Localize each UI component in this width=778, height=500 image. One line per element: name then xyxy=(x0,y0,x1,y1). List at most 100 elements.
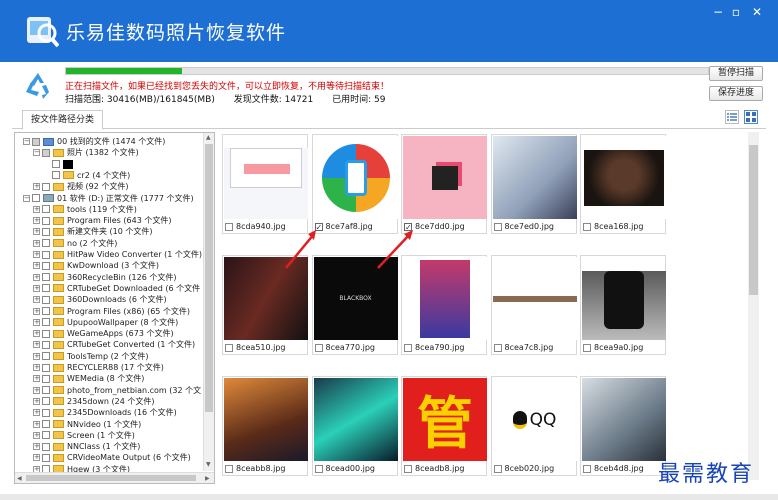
tree-item[interactable]: + Program Files (643 个文件) xyxy=(33,215,171,226)
tree-checkbox[interactable] xyxy=(42,453,50,462)
tree-horizontal-scrollbar[interactable]: ◀ ▶ xyxy=(15,472,214,483)
thumbnail-image[interactable] xyxy=(582,136,666,219)
expand-icon[interactable]: + xyxy=(33,307,40,315)
photo-thumbnail[interactable]: 8cead00.jpg xyxy=(311,376,398,476)
tree-checkbox[interactable] xyxy=(42,374,50,383)
tree-item[interactable]: + NNClass (1 个文件) xyxy=(33,441,140,452)
expand-icon[interactable]: + xyxy=(33,364,40,371)
restore-icon[interactable]: ▫ xyxy=(729,6,743,18)
thumbnail-checkbox[interactable] xyxy=(225,343,233,352)
tree-item[interactable]: + WeGameApps (673 个文件) xyxy=(33,328,174,339)
expand-icon[interactable]: + xyxy=(33,352,40,360)
save-progress-button[interactable]: 保存进度 xyxy=(709,86,763,101)
tree-checkbox[interactable] xyxy=(42,386,50,395)
tree-checkbox[interactable] xyxy=(42,363,50,372)
thumbnail-checkbox[interactable] xyxy=(225,222,233,231)
pause-scan-button[interactable]: 暂停扫描 xyxy=(709,66,763,81)
photo-thumbnail[interactable]: 8cda940.jpg xyxy=(222,134,308,234)
tree-item[interactable]: + ToolsTemp (2 个文件) xyxy=(33,351,148,362)
expand-icon[interactable]: + xyxy=(33,386,40,394)
tree-checkbox[interactable] xyxy=(42,307,50,315)
photo-thumbnail[interactable]: ✓ 8ce7af8.jpg xyxy=(311,134,398,234)
expand-icon[interactable]: + xyxy=(33,262,40,270)
tree-checkbox[interactable] xyxy=(42,408,50,417)
scroll-left-icon[interactable]: ◀ xyxy=(17,475,22,482)
tree-item[interactable]: + photo_from_netbian.com (32 个文 xyxy=(33,385,201,396)
thumbnail-checkbox[interactable] xyxy=(404,343,412,352)
photo-thumbnail[interactable]: 8cea168.jpg xyxy=(580,134,666,234)
tree-checkbox[interactable] xyxy=(32,137,40,146)
thumbnail-image[interactable]: QQ xyxy=(492,378,577,461)
minimize-icon[interactable]: − xyxy=(711,6,725,18)
tab-by-path[interactable]: 按文件路径分类 xyxy=(22,110,104,130)
expand-icon[interactable]: + xyxy=(33,251,40,258)
tree-checkbox[interactable] xyxy=(42,273,50,282)
expand-icon[interactable]: + xyxy=(33,420,40,428)
tree-item[interactable]: + KwDownload (3 个文件) xyxy=(33,260,159,271)
grid-scroll-thumb[interactable] xyxy=(749,145,758,295)
tree-checkbox[interactable] xyxy=(42,216,50,225)
tree-checkbox[interactable] xyxy=(42,295,50,304)
expand-icon[interactable]: + xyxy=(33,296,40,304)
tree-item[interactable]: + Screen (1 个文件) xyxy=(33,430,135,441)
thumbnail-checkbox[interactable] xyxy=(493,464,502,473)
thumbnail-image[interactable]: 管 xyxy=(403,378,487,461)
thumbnail-image[interactable] xyxy=(224,136,308,219)
tree-item[interactable]: + 新建文件夹 (10 个文件) xyxy=(33,226,153,237)
tree-item[interactable]: + WEMedia (8 个文件) xyxy=(33,373,144,384)
thumbnail-image[interactable] xyxy=(582,378,666,461)
tree-item[interactable]: − 01 软件 (D:) 正常文件 (1777 个文件) xyxy=(23,193,194,204)
expand-icon[interactable]: + xyxy=(33,409,40,417)
tree-item[interactable]: +2345Downloads (16 个文件) xyxy=(33,407,177,418)
photo-thumbnail[interactable]: QQ 8ceb020.jpg xyxy=(490,376,577,476)
tree-checkbox[interactable] xyxy=(42,442,50,451)
tree-checkbox[interactable] xyxy=(42,431,50,440)
expand-icon[interactable]: + xyxy=(33,228,40,236)
scroll-down-icon[interactable]: ▼ xyxy=(206,461,211,468)
photo-thumbnail[interactable]: 8ceb4d8.jpg xyxy=(580,376,666,476)
photo-thumbnail[interactable]: 8ce7ed0.jpg xyxy=(490,134,577,234)
tree-checkbox[interactable] xyxy=(52,171,60,180)
tree-checkbox[interactable] xyxy=(42,352,50,361)
tree-checkbox[interactable] xyxy=(42,340,50,349)
expand-icon[interactable]: + xyxy=(33,454,40,462)
photo-thumbnail[interactable]: 8cea7c8.jpg xyxy=(490,255,577,355)
thumbnail-checkbox[interactable] xyxy=(493,343,502,352)
photo-thumbnail[interactable]: 8cea9a0.jpg xyxy=(580,255,666,355)
thumbnail-image[interactable] xyxy=(403,136,487,219)
expand-icon[interactable]: + xyxy=(33,341,40,349)
thumbnail-image[interactable] xyxy=(492,136,577,219)
folder-tree[interactable]: − 00 找到的文件 (1474 个文件) − 照片 (1382 个文件) cr2 (4… xyxy=(14,132,215,484)
scroll-right-icon[interactable]: ▶ xyxy=(205,475,210,482)
photo-thumbnail[interactable]: 管 8ceadb8.jpg xyxy=(401,376,487,476)
collapse-icon[interactable]: − xyxy=(23,194,30,202)
tree-checkbox[interactable] xyxy=(42,284,50,293)
thumbnail-image[interactable] xyxy=(582,257,666,340)
tree-item[interactable]: + CRTubeGet Converted (1 个文件) xyxy=(33,339,195,350)
list-view-icon[interactable] xyxy=(725,110,739,124)
close-icon[interactable]: ✕ xyxy=(750,6,764,18)
tree-item[interactable]: + UpupooWallpaper (8 个文件) xyxy=(33,317,178,328)
thumbnail-image[interactable] xyxy=(313,378,398,461)
thumbnail-image[interactable] xyxy=(492,257,577,340)
tree-item[interactable]: +360Downloads (6 个文件) xyxy=(33,294,167,305)
photo-thumbnail[interactable]: ✓ 8ce7dd0.jpg xyxy=(401,134,487,234)
expand-icon[interactable]: + xyxy=(33,183,40,191)
tree-item[interactable]: + NNvideo (1 个文件) xyxy=(33,419,141,430)
photo-thumbnail[interactable]: 8ceabb8.jpg xyxy=(222,376,308,476)
expand-icon[interactable]: + xyxy=(33,330,40,338)
thumbnail-checkbox[interactable] xyxy=(314,343,323,352)
thumbnail-image[interactable] xyxy=(224,378,308,461)
tree-checkbox[interactable] xyxy=(42,239,50,248)
thumbnail-checkbox[interactable] xyxy=(404,464,412,473)
tree-item[interactable] xyxy=(43,159,76,170)
tree-scroll-thumb[interactable] xyxy=(205,144,213,412)
expand-icon[interactable]: + xyxy=(33,375,40,383)
expand-icon[interactable]: + xyxy=(33,284,40,292)
thumbnail-checkbox[interactable] xyxy=(493,222,502,231)
expand-icon[interactable]: + xyxy=(33,217,40,225)
thumbnail-checkbox[interactable] xyxy=(583,464,591,473)
tree-item[interactable]: + no (2 个文件) xyxy=(33,238,117,249)
tree-checkbox[interactable] xyxy=(42,318,50,327)
tree-checkbox[interactable] xyxy=(42,420,50,428)
